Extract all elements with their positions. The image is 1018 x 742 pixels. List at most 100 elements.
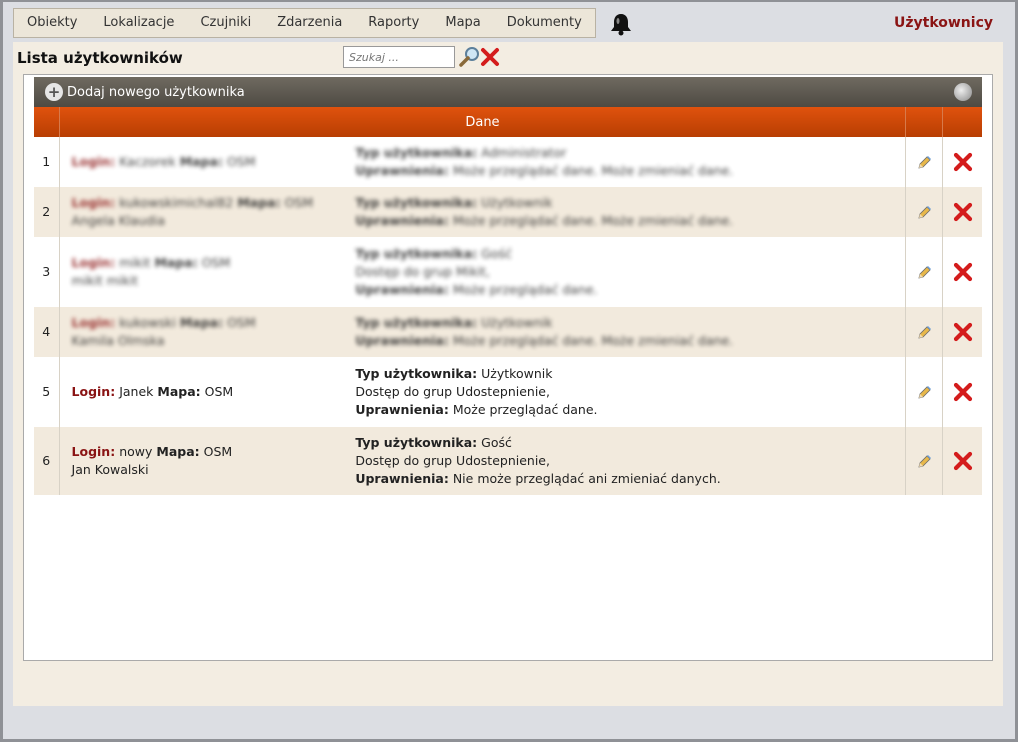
info-cell: Typ użytkownika: Administrator Uprawnieni… xyxy=(355,144,905,180)
map-value: OSM xyxy=(227,315,256,330)
login-label: Login: xyxy=(71,384,116,399)
menu-item-raporty[interactable]: Raporty xyxy=(355,9,432,37)
pencil-icon[interactable] xyxy=(916,265,932,281)
permissions-value: Może przeglądać dane. xyxy=(452,402,598,417)
menu-item-obiekty[interactable]: Obiekty xyxy=(14,9,90,37)
search-icon[interactable] xyxy=(459,46,481,68)
user-type-label: Typ użytkownika: xyxy=(355,366,478,381)
header-data: Dane xyxy=(59,107,907,137)
info-cell: Typ użytkownika: Użytkownik Uprawnienia: … xyxy=(355,194,905,230)
permissions-label: Uprawnienia: xyxy=(355,333,449,348)
login-label: Login: xyxy=(71,154,116,169)
permissions-label: Uprawnienia: xyxy=(355,402,449,417)
table-row: 6 Login: nowy Mapa: OSM Jan Kowalski Typ uż… xyxy=(34,427,982,495)
add-user-button[interactable]: + Dodaj nowego użytkownika xyxy=(45,83,245,101)
app-container: Obiekty Lokalizacje Czujniki Zdarzenia R… xyxy=(13,6,1003,706)
table-row: 3 Login: mikit Mapa: OSM mikit mikit Typ uż… xyxy=(34,237,982,307)
group-access: Dostęp do grup Udostepnienie, xyxy=(355,453,550,468)
header-num xyxy=(34,107,60,137)
login-cell: Login: mikit Mapa: OSM mikit mikit xyxy=(72,254,346,290)
user-type-label: Typ użytkownika: xyxy=(355,435,478,450)
login-value: mikit xyxy=(119,255,151,270)
permissions-label: Uprawnienia: xyxy=(355,471,449,486)
refresh-icon[interactable] xyxy=(954,83,972,101)
delete-icon[interactable] xyxy=(953,202,973,222)
permissions-value: Może przeglądać dane. xyxy=(452,282,598,297)
permissions-value: Może przeglądać dane. Może zmieniać dane… xyxy=(452,163,734,178)
map-value: OSM xyxy=(201,255,231,270)
menu-item-dokumenty[interactable]: Dokumenty xyxy=(494,9,595,37)
table-row: 2 Login: kukowskimichal82 Mapa: OSM Angela… xyxy=(34,187,982,237)
pencil-icon[interactable] xyxy=(916,155,932,171)
info-cell: Typ użytkownika: Gość Dostęp do grup Miki… xyxy=(355,245,905,299)
login-value: nowy xyxy=(119,444,153,459)
row-number: 6 xyxy=(34,427,60,495)
row-number: 1 xyxy=(34,137,60,187)
info-cell: Typ użytkownika: Gość Dostęp do grup Udos… xyxy=(355,434,905,488)
top-bar: Obiekty Lokalizacje Czujniki Zdarzenia R… xyxy=(13,6,1003,42)
map-label: Mapa: xyxy=(179,154,223,169)
main-menu: Obiekty Lokalizacje Czujniki Zdarzenia R… xyxy=(13,8,596,38)
full-name: mikit mikit xyxy=(71,273,139,288)
add-user-label: Dodaj nowego użytkownika xyxy=(67,84,245,100)
full-name: Angela Klaudia xyxy=(71,213,166,228)
panel-toolbar: + Dodaj nowego użytkownika xyxy=(34,77,982,107)
user-type-label: Typ użytkownika: xyxy=(355,195,478,210)
map-value: OSM xyxy=(204,384,234,399)
permissions-value: Może przeglądać dane. Może zmieniać dane… xyxy=(452,213,734,228)
row-number: 3 xyxy=(34,237,60,307)
login-label: Login: xyxy=(71,444,116,459)
login-label: Login: xyxy=(71,255,116,270)
map-value: OSM xyxy=(226,154,256,169)
delete-icon[interactable] xyxy=(953,322,973,342)
row-number: 4 xyxy=(34,307,60,357)
login-cell: Login: Kaczorek Mapa: OSM xyxy=(72,153,346,171)
group-access: Dostęp do grup Udostepnienie, xyxy=(355,384,550,399)
login-label: Login: xyxy=(71,315,116,330)
login-cell: Login: nowy Mapa: OSM Jan Kowalski xyxy=(72,443,346,479)
map-value: OSM xyxy=(284,195,314,210)
user-type-label: Typ użytkownika: xyxy=(355,315,478,330)
map-label: Mapa: xyxy=(179,315,224,330)
menu-item-czujniki[interactable]: Czujniki xyxy=(187,9,264,37)
user-type-label: Typ użytkownika: xyxy=(355,145,478,160)
page-title: Lista użytkowników xyxy=(17,49,183,67)
info-cell: Typ użytkownika: Użytkownik Dostęp do gru… xyxy=(355,365,905,419)
permissions-label: Uprawnienia: xyxy=(355,213,449,228)
permissions-value: Może przeglądać dane. Może zmieniać dane… xyxy=(452,333,734,348)
table-row: 5 Login: Janek Mapa: OSM Typ użytkownika: … xyxy=(34,357,982,427)
delete-icon[interactable] xyxy=(953,382,973,402)
map-value: OSM xyxy=(203,444,233,459)
user-type-value: Gość xyxy=(481,246,512,261)
permissions-label: Uprawnienia: xyxy=(355,163,449,178)
user-type-value: Użytkownik xyxy=(481,366,553,381)
login-value: Kaczorek xyxy=(119,154,176,169)
header-edit xyxy=(905,107,944,137)
delete-icon[interactable] xyxy=(953,152,973,172)
info-cell: Typ użytkownika: Użytkownik Uprawnienia: … xyxy=(355,314,905,350)
pencil-icon[interactable] xyxy=(916,385,932,401)
header-delete xyxy=(942,107,982,137)
login-value: kukowskimichal82 xyxy=(119,195,234,210)
user-type-value: Gość xyxy=(481,435,512,450)
delete-icon[interactable] xyxy=(953,262,973,282)
search-input[interactable] xyxy=(343,46,455,68)
menu-item-lokalizacje[interactable]: Lokalizacje xyxy=(90,9,187,37)
current-section-label[interactable]: Użytkownicy xyxy=(894,15,993,31)
table-header: Dane xyxy=(34,107,982,137)
clear-search-icon[interactable] xyxy=(480,47,500,67)
users-panel: + Dodaj nowego użytkownika Dane 1 Login: … xyxy=(23,74,993,661)
pencil-icon[interactable] xyxy=(916,325,932,341)
pencil-icon[interactable] xyxy=(916,454,932,470)
map-label: Mapa: xyxy=(157,384,201,399)
user-type-value: Użytkownik xyxy=(481,315,553,330)
map-label: Mapa: xyxy=(156,444,200,459)
pencil-icon[interactable] xyxy=(916,205,932,221)
menu-item-mapa[interactable]: Mapa xyxy=(432,9,493,37)
full-name: Jan Kowalski xyxy=(71,462,149,477)
login-cell: Login: kukowski Mapa: OSM Kamila Olmska xyxy=(72,314,346,350)
row-number: 5 xyxy=(34,357,60,427)
menu-item-zdarzenia[interactable]: Zdarzenia xyxy=(264,9,355,37)
bell-icon[interactable] xyxy=(610,12,632,36)
delete-icon[interactable] xyxy=(953,451,973,471)
